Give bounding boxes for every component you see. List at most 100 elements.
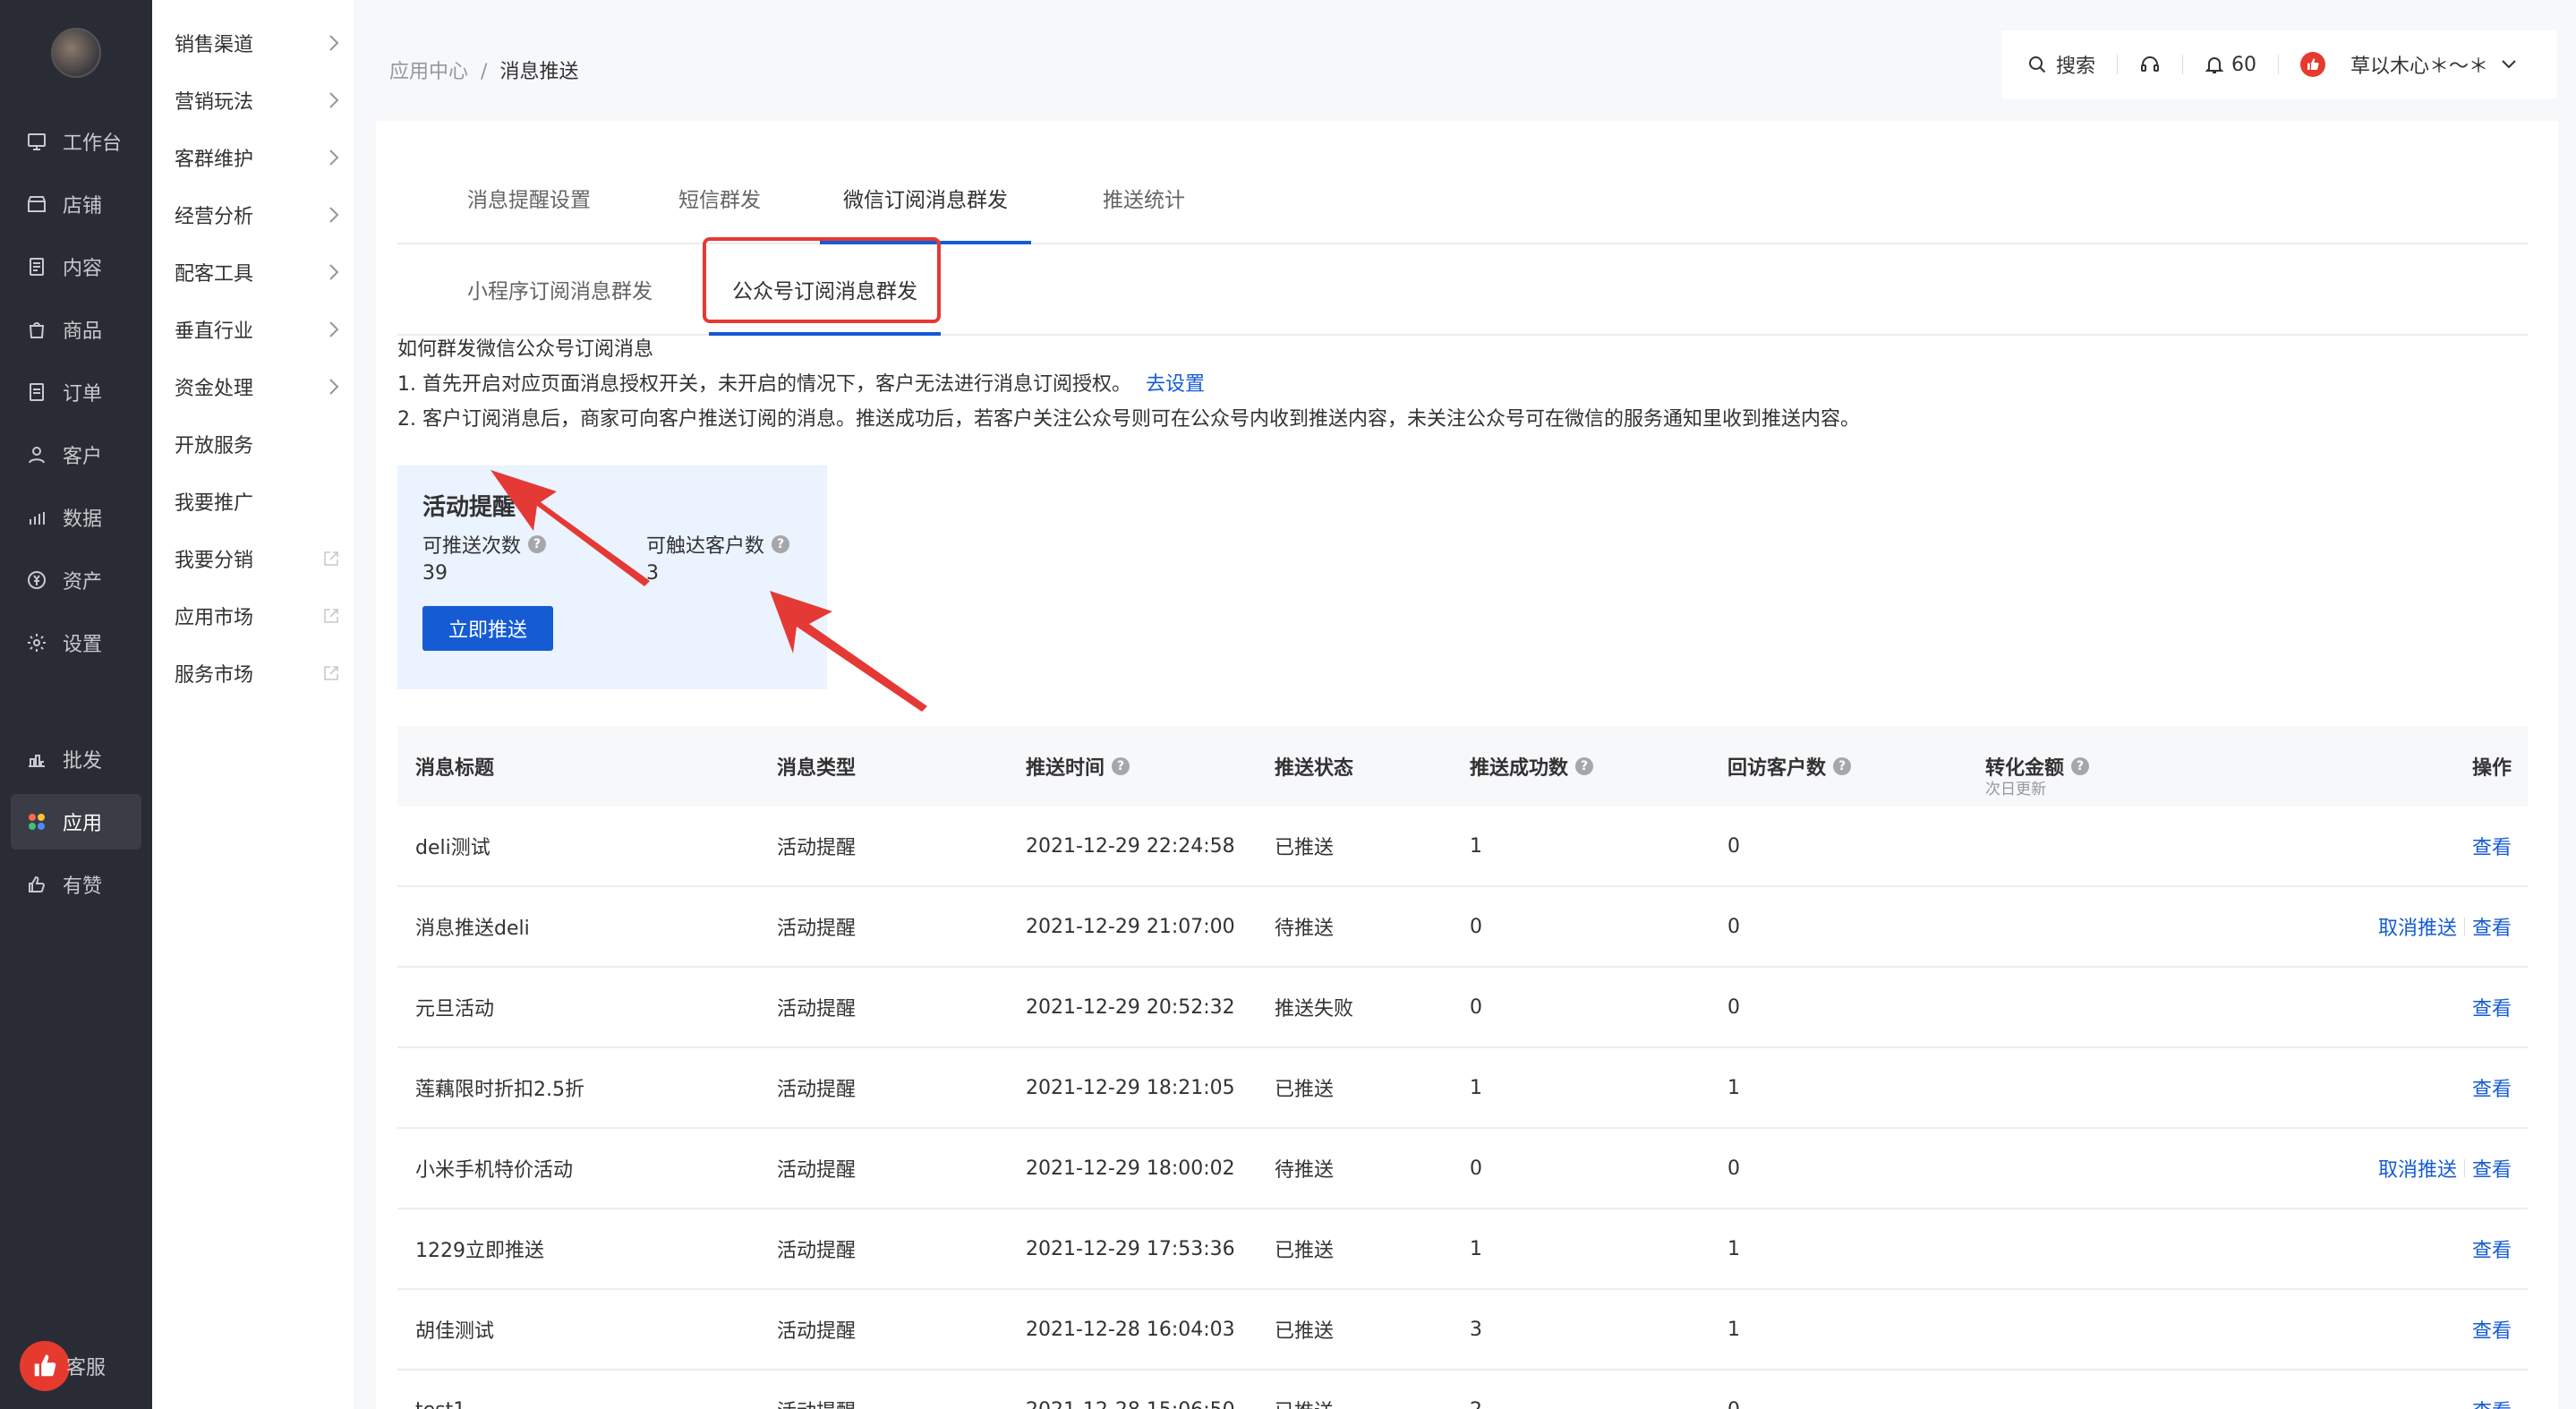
nav-item-workbench[interactable]: 工作台: [11, 114, 141, 169]
subnav-item-sales-channel[interactable]: 销售渠道: [175, 25, 340, 61]
nav-item-wholesale[interactable]: 批发: [11, 731, 141, 787]
view-link[interactable]: 查看: [2472, 1154, 2512, 1183]
annotation-arrow: [770, 591, 927, 712]
nav-item-orders[interactable]: 订单: [11, 364, 141, 420]
table-row: deli测试 活动提醒 2021-12-29 22:24:58 已推送 1 0 查看: [397, 807, 2528, 887]
subnav-item-distribution[interactable]: 我要分销: [175, 541, 340, 576]
help-icon[interactable]: ?: [1575, 757, 1594, 775]
nav-item-label: 有赞: [63, 875, 103, 898]
help-icon[interactable]: ?: [2071, 757, 2090, 775]
subnav-item-analytics[interactable]: 经营分析: [175, 197, 340, 233]
cell-success: 2: [1470, 1371, 1482, 1409]
customer-service-label: 客服: [66, 1357, 107, 1379]
external-link-icon: [322, 664, 340, 682]
row-actions: 查看: [2472, 1290, 2512, 1369]
subnav-label: 客群维护: [175, 149, 254, 171]
divider: [2117, 55, 2119, 74]
row-actions: 查看: [2472, 807, 2512, 885]
cell-type: 活动提醒: [777, 1320, 857, 1343]
row-actions: 取消推送 查看: [2378, 1129, 2512, 1208]
cancel-push-link[interactable]: 取消推送: [2378, 912, 2457, 941]
cell-type: 活动提醒: [777, 1371, 856, 1409]
table-body: deli测试 活动提醒 2021-12-29 22:24:58 已推送 1 0 查看 消息推送…: [397, 807, 2528, 1409]
nav-item-label: 应用: [63, 813, 103, 835]
nav-item-label: 资产: [63, 571, 103, 593]
customer-service-button[interactable]: 客服: [20, 1341, 106, 1391]
subnav-item-funds[interactable]: 资金处理: [175, 369, 340, 405]
notification-button[interactable]: 60: [2205, 54, 2256, 76]
cell-status: 已推送: [1275, 1079, 1335, 1101]
annotation-arrows: [490, 470, 927, 712]
col-label: 推送时间: [1026, 757, 1105, 780]
nav-item-label: 批发: [63, 750, 103, 773]
nav-item-label: 设置: [63, 634, 103, 656]
cell-success: 1: [1470, 1076, 1482, 1099]
nav-item-content[interactable]: 内容: [11, 239, 141, 295]
nav-item-label: 工作台: [63, 132, 123, 155]
bell-icon: [2205, 55, 2224, 74]
table-row: 小米手机特价活动 活动提醒 2021-12-29 18:00:02 待推送 0 0 取消推送…: [397, 1129, 2528, 1209]
cell-revisit: 0: [1727, 995, 1740, 1019]
col-label: 回访客户数: [1727, 757, 1827, 780]
nav-item-assets[interactable]: 资产: [11, 552, 141, 608]
table-row: 莲藕限时折扣2.5折 活动提醒 2021-12-29 18:21:05 已推送 1 1 查看: [397, 1048, 2528, 1129]
search-icon: [2027, 55, 2047, 74]
subnav-item-promote[interactable]: 我要推广: [175, 483, 340, 519]
avatar[interactable]: [51, 28, 101, 78]
subnav-label: 营销玩法: [175, 91, 254, 114]
view-link[interactable]: 查看: [2472, 1396, 2512, 1409]
view-link[interactable]: 查看: [2472, 1073, 2512, 1102]
cell-success: 0: [1470, 915, 1482, 938]
view-link[interactable]: 查看: [2472, 1234, 2512, 1263]
col-ops: 操作: [2471, 757, 2512, 780]
subnav-item-marketing[interactable]: 营销玩法: [175, 82, 340, 118]
col-revisit: 回访客户数?: [1727, 726, 1852, 807]
view-link[interactable]: 查看: [2472, 912, 2512, 941]
primary-nav: 工作台 店铺 内容 商品 订单 客户 数据 资产 设置 批发 应用 有赞 客服: [0, 0, 152, 1409]
subnav-item-app-market[interactable]: 应用市场: [175, 598, 340, 634]
help-icon[interactable]: ?: [1112, 757, 1130, 775]
thumb-icon: [25, 873, 48, 896]
divider: [2463, 918, 2465, 935]
col-status: 推送状态: [1275, 757, 1354, 780]
nav-item-apps[interactable]: 应用: [11, 794, 141, 850]
subnav-item-open-service[interactable]: 开放服务: [175, 426, 340, 462]
col-label: 推送成功数: [1470, 757, 1569, 780]
breadcrumb-separator: /: [481, 61, 488, 83]
breadcrumb-parent[interactable]: 应用中心: [389, 61, 468, 83]
user-menu[interactable]: 草以木心＊～＊: [2300, 50, 2517, 79]
subnav-item-service-market[interactable]: 服务市场: [175, 655, 340, 691]
breadcrumb: 应用中心 / 消息推送: [389, 56, 578, 84]
view-link[interactable]: 查看: [2472, 1315, 2512, 1344]
nav-item-data[interactable]: 数据: [11, 490, 141, 545]
cell-title: deli测试: [415, 837, 490, 859]
row-actions: 查看: [2472, 1209, 2512, 1288]
nav-item-settings[interactable]: 设置: [11, 615, 141, 670]
nav-item-youzan[interactable]: 有赞: [11, 857, 141, 912]
external-link-icon: [322, 550, 340, 568]
push-history-table: 消息标题 消息类型 推送时间? 推送状态 推送成功数? 回访客户数? 转化金额?…: [397, 726, 2528, 1409]
cell-time: 2021-12-29 20:52:32: [1026, 995, 1235, 1019]
subnav-item-customer-group[interactable]: 客群维护: [175, 140, 340, 175]
cancel-push-link[interactable]: 取消推送: [2378, 1154, 2457, 1183]
view-link[interactable]: 查看: [2472, 832, 2512, 860]
view-link[interactable]: 查看: [2472, 993, 2512, 1021]
search-button[interactable]: 搜索: [2027, 50, 2095, 79]
subnav-item-tools[interactable]: 配客工具: [175, 254, 340, 290]
nav-item-label: 数据: [63, 508, 103, 531]
cell-time: 2021-12-29 22:24:58: [1026, 834, 1235, 858]
nav-item-goods[interactable]: 商品: [11, 302, 141, 357]
help-icon[interactable]: ?: [1833, 757, 1852, 775]
headset-button[interactable]: [2139, 54, 2161, 75]
divider: [2278, 55, 2280, 74]
nav-item-customers[interactable]: 客户: [11, 427, 141, 482]
subnav-label: 开放服务: [175, 435, 254, 457]
breadcrumb-current: 消息推送: [499, 61, 579, 83]
cell-time: 2021-12-29 18:21:05: [1026, 1076, 1235, 1099]
subnav-item-vertical[interactable]: 垂直行业: [175, 312, 340, 347]
nav-item-store[interactable]: 店铺: [11, 176, 141, 232]
thumb-icon: [2300, 52, 2326, 77]
subnav-label: 服务市场: [175, 664, 254, 687]
apps-icon: [25, 810, 48, 833]
cell-title: 元旦活动: [415, 998, 495, 1020]
